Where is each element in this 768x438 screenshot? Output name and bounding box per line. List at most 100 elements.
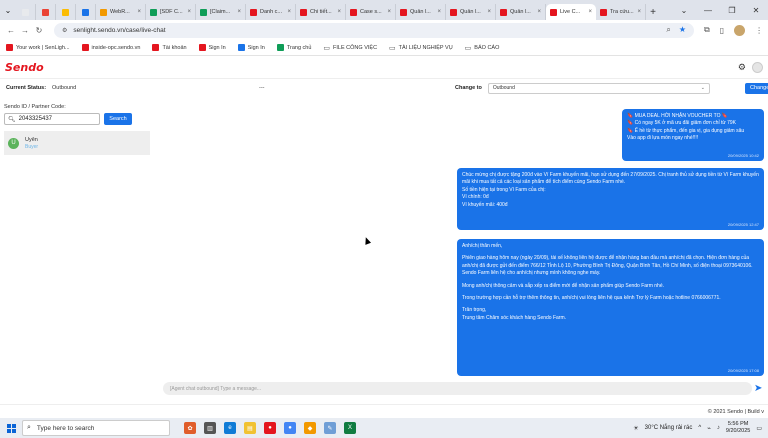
- message-line: Trung tâm Chăm sóc khách hàng Sendo Farm…: [462, 314, 567, 321]
- browser-tab[interactable]: [Claim... ×: [196, 4, 246, 20]
- notification-icon[interactable]: ▭: [756, 425, 762, 432]
- tab-close-icon[interactable]: ×: [537, 9, 541, 15]
- widget-icon[interactable]: ✿: [184, 422, 196, 434]
- tab-close-icon[interactable]: ×: [437, 9, 441, 15]
- tab-search-icon[interactable]: ⌄: [0, 0, 16, 20]
- bookmark-label: Tài khoản: [162, 44, 187, 51]
- send-icon[interactable]: ➤: [754, 383, 762, 394]
- browser-tab[interactable]: [56, 4, 76, 20]
- app-header: Sendo ⚙: [0, 57, 768, 79]
- network-icon[interactable]: ⌁: [707, 425, 711, 432]
- close-icon[interactable]: ✕: [744, 0, 768, 20]
- tab-close-icon[interactable]: ×: [187, 9, 191, 15]
- sendo-logo[interactable]: Sendo: [5, 61, 44, 74]
- message-input[interactable]: [Agent chat outbound] Type a message...: [163, 382, 752, 395]
- current-status-label: Current Status:: [6, 85, 47, 91]
- chevron-down-icon[interactable]: ⌄: [672, 0, 696, 20]
- pen-icon[interactable]: ✎: [324, 422, 336, 434]
- status-select[interactable]: Outbound ⌄: [487, 82, 710, 94]
- tab-close-icon[interactable]: ×: [287, 9, 291, 15]
- browser-tab[interactable]: [76, 4, 96, 20]
- extensions-icon[interactable]: ⧉: [704, 25, 710, 35]
- site-info-icon[interactable]: ⚙: [62, 27, 67, 34]
- bookmark-item[interactable]: inside-opc.sendo.vn: [81, 44, 140, 51]
- bookmark-item[interactable]: Trang chủ: [276, 44, 311, 51]
- back-arrow-icon[interactable]: ←: [4, 23, 18, 37]
- bookmark-favicon-icon: [152, 44, 160, 51]
- forward-arrow-icon[interactable]: →: [18, 23, 32, 37]
- browser-tab[interactable]: Quản l... ×: [396, 4, 446, 20]
- tab-favicon-icon: [100, 8, 107, 16]
- bookmark-item[interactable]: ▭ TÀI LIỆU NGHIỆP VỤ: [389, 44, 453, 52]
- message-line: Ví chính: 0đ: [462, 194, 489, 201]
- message-line: Vào app đi lựa món ngay nhé!!!!: [627, 135, 699, 142]
- browser-tab[interactable]: [36, 4, 56, 20]
- volume-icon[interactable]: ♪: [717, 425, 720, 431]
- tab-label: [Claim...: [210, 9, 231, 15]
- browser-tab[interactable]: [SDF C... ×: [146, 4, 196, 20]
- chrome-icon[interactable]: ●: [264, 422, 276, 434]
- tab-close-icon[interactable]: ×: [337, 9, 341, 15]
- edge-icon[interactable]: e: [224, 422, 236, 434]
- message-line: Chúc mừng chị được tặng 200đ vào Ví Farm…: [462, 172, 759, 186]
- tab-close-icon[interactable]: ×: [637, 9, 641, 15]
- bookmark-item[interactable]: Your work | SenLigh...: [6, 44, 70, 51]
- message-line: Ví khuyến mãi: 400đ: [462, 201, 508, 208]
- app-icon[interactable]: ◆: [304, 422, 316, 434]
- browser-tab[interactable]: WebR... ×: [96, 4, 146, 20]
- bookmark-item[interactable]: ▭ BÁO CÁO: [465, 44, 500, 52]
- taskbar-search-input[interactable]: ⌕ Type here to search: [22, 420, 170, 436]
- change-to-label: Change to: [455, 85, 482, 91]
- browser-tab[interactable]: Case s... ×: [346, 4, 396, 20]
- profile-avatar[interactable]: [734, 24, 746, 36]
- tab-close-icon[interactable]: ×: [237, 9, 241, 15]
- tab-close-icon[interactable]: ×: [137, 9, 141, 15]
- address-row: ← → ↻ ⚙ senlight.sendo.vn/case/live-chat…: [0, 20, 768, 40]
- bookmark-item[interactable]: Sign In: [237, 44, 265, 51]
- tab-favicon-icon: [22, 8, 29, 16]
- chrome-profile-icon[interactable]: ●: [284, 422, 296, 434]
- windows-start-icon[interactable]: [0, 423, 22, 433]
- bookmark-item[interactable]: Tài khoản: [152, 44, 187, 51]
- browser-tab[interactable]: Quản l... ×: [446, 4, 496, 20]
- sendo-id-input[interactable]: 🔍︎ 2043325437: [4, 113, 100, 125]
- new-tab-button[interactable]: +: [646, 4, 660, 20]
- task-view-icon[interactable]: ▥: [204, 422, 216, 434]
- browser-tab[interactable]: Danh c... ×: [246, 4, 296, 20]
- maximize-icon[interactable]: ❐: [720, 0, 744, 20]
- browser-tab[interactable]: [16, 4, 36, 20]
- bookmark-label: FILE CÔNG VIỆC: [333, 44, 378, 51]
- browser-tab[interactable]: Live C... ×: [546, 4, 596, 20]
- minimize-icon[interactable]: —: [696, 0, 720, 20]
- tab-close-icon[interactable]: ×: [588, 9, 592, 15]
- search-icon: ⌕: [27, 424, 31, 431]
- excel-icon[interactable]: X: [344, 422, 356, 434]
- clock[interactable]: 5:56 PM 9/20/2025: [726, 421, 750, 435]
- browser-tab[interactable]: Tra cứu... ×: [596, 4, 646, 20]
- tray-chevron-icon[interactable]: ^: [698, 425, 701, 431]
- bookmark-item[interactable]: ▭ FILE CÔNG VIỆC: [323, 44, 377, 52]
- menu-kebab-icon[interactable]: ⋮: [755, 26, 763, 35]
- change-status-button[interactable]: Change: [745, 82, 768, 94]
- search-button[interactable]: Search: [104, 113, 132, 125]
- bookmark-label: TÀI LIỆU NGHIỆP VỤ: [398, 44, 453, 51]
- user-avatar[interactable]: [752, 62, 763, 73]
- contact-list-item[interactable]: U Uyên Buyer: [4, 131, 150, 155]
- zoom-icon[interactable]: ⌕: [666, 25, 670, 35]
- sidepanel-icon[interactable]: ▯: [720, 26, 724, 35]
- browser-tab[interactable]: Quản l... ×: [496, 4, 546, 20]
- weather-text[interactable]: 30°C Nắng rải rác: [645, 425, 693, 431]
- message-timestamp: 20/09/2025 10:42: [727, 152, 759, 158]
- gear-icon[interactable]: ⚙: [738, 62, 746, 73]
- address-bar[interactable]: ⚙ senlight.sendo.vn/case/live-chat ⌕ ★: [54, 22, 694, 38]
- reload-icon[interactable]: ↻: [32, 23, 46, 37]
- file-explorer-icon[interactable]: ▤: [244, 422, 256, 434]
- browser-tab[interactable]: Chi tiết... ×: [296, 4, 346, 20]
- tab-close-icon[interactable]: ×: [387, 9, 391, 15]
- bookmark-star-icon[interactable]: ★: [679, 25, 686, 35]
- bookmark-item[interactable]: Sign In: [198, 44, 226, 51]
- tab-label: [SDF C...: [160, 9, 183, 15]
- tab-close-icon[interactable]: ×: [487, 9, 491, 15]
- contact-name: Uyên: [25, 136, 38, 143]
- message-line: Số tiền hiện tại trong Ví Farm của chị:: [462, 186, 546, 193]
